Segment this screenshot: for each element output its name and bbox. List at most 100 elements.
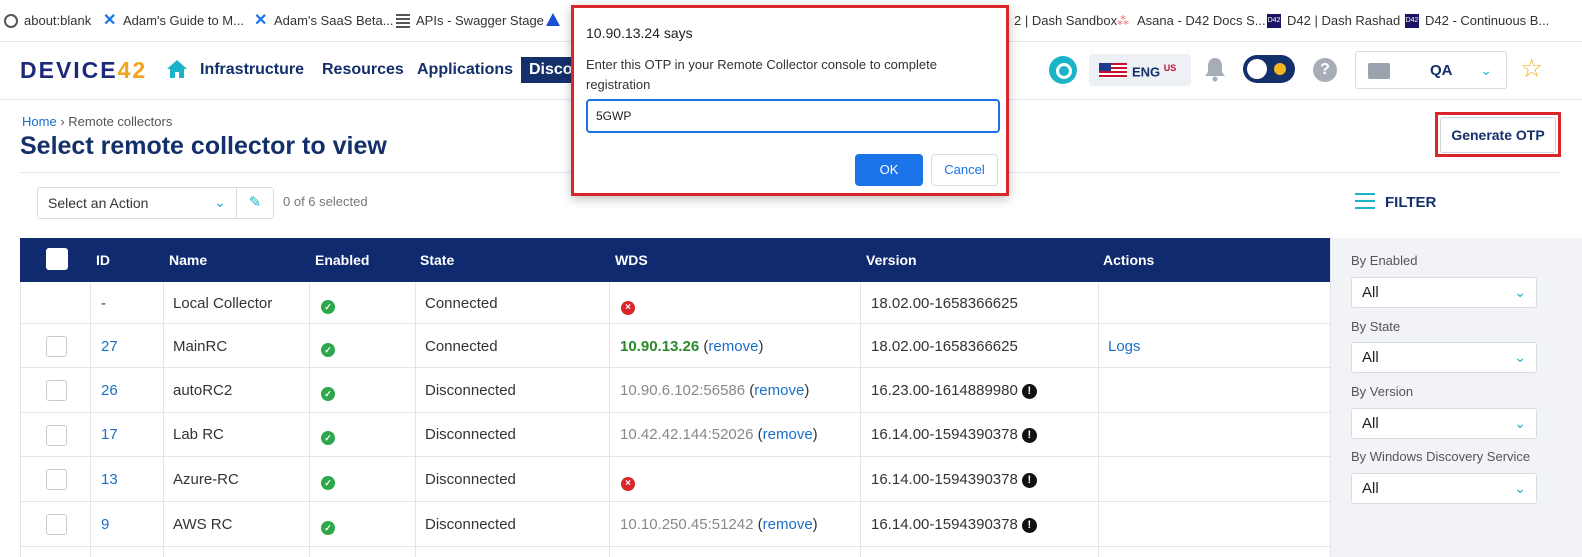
column-enabled[interactable]: Enabled	[315, 252, 369, 268]
row-name: Azure-RC	[173, 471, 239, 488]
bookmark-saas-beta[interactable]: ✕ Adam's SaaS Beta...	[254, 11, 394, 29]
action-select-label: Select an Action	[48, 195, 149, 211]
table-row[interactable]: - Local Collector ✓ Connected × 18.02.00…	[21, 282, 1331, 324]
nav-applications[interactable]: Applications	[417, 61, 513, 79]
otp-input[interactable]	[586, 99, 1000, 133]
table-row[interactable]: 27 MainRC ✓ Connected 10.90.13.26 (remov…	[21, 324, 1331, 368]
row-version: 16.23.00-1614889980!	[871, 382, 1037, 399]
row-checkbox[interactable]	[46, 514, 67, 535]
column-wds[interactable]: WDS	[615, 252, 648, 268]
row-state: Disconnected	[425, 426, 516, 443]
row-name: autoRC2	[173, 382, 233, 399]
generate-otp-button[interactable]: Generate OTP	[1440, 117, 1556, 153]
bookmark-about-blank[interactable]: about:blank	[4, 13, 91, 28]
cancel-button[interactable]: Cancel	[931, 154, 998, 186]
row-version: 16.14.00-1594390378!	[871, 426, 1037, 443]
row-id-link[interactable]: 26	[101, 382, 118, 399]
row-id-link[interactable]: 27	[101, 338, 118, 355]
bookmark-continuous[interactable]: D42 D42 - Continuous B...	[1405, 13, 1549, 28]
row-checkbox[interactable]	[46, 336, 67, 357]
nav-infrastructure[interactable]: Infrastructure	[200, 61, 304, 79]
table-row[interactable]: 17 Lab RC ✓ Disconnected 10.42.42.144:52…	[21, 413, 1331, 457]
bookmark-dash-sandbox[interactable]: 2 | Dash Sandbox	[1014, 13, 1117, 28]
filter-state-select[interactable]: All ⌄	[1351, 342, 1537, 373]
filter-label-wds: By Windows Discovery Service	[1351, 449, 1531, 464]
nav-resources[interactable]: Resources	[322, 61, 404, 79]
row-id-link[interactable]: 17	[101, 426, 118, 443]
remove-link[interactable]: remove	[763, 426, 813, 443]
filter-value: All	[1362, 415, 1379, 432]
language-selector[interactable]: ENG US	[1089, 54, 1191, 86]
table-header: ID Name Enabled State WDS Version Action…	[20, 238, 1330, 282]
bookmark-guide[interactable]: ✕ Adam's Guide to M...	[103, 12, 244, 28]
row-name: Lab RC	[173, 426, 224, 443]
ok-button[interactable]: OK	[855, 154, 923, 186]
row-name: MainRC	[173, 338, 228, 355]
filter-version-select[interactable]: All ⌄	[1351, 408, 1537, 439]
filter-value: All	[1362, 284, 1379, 301]
pin-action-button[interactable]: ✎	[237, 187, 274, 219]
chevron-down-icon: ⌄	[1514, 480, 1526, 496]
column-name[interactable]: Name	[169, 252, 207, 268]
column-id[interactable]: ID	[96, 252, 110, 268]
document-icon	[396, 13, 410, 28]
star-icon[interactable]: ☆	[1520, 54, 1543, 82]
help-icon[interactable]: ?	[1313, 58, 1337, 82]
row-checkbox[interactable]	[46, 380, 67, 401]
confluence-icon: ✕	[254, 11, 268, 29]
asana-icon: ⁂	[1117, 13, 1129, 28]
row-version: 16.14.00-1594390378!	[871, 471, 1037, 488]
filter-sliders-icon	[1355, 193, 1375, 211]
column-version[interactable]: Version	[866, 252, 917, 268]
bookmark-asana[interactable]: ⁂ Asana - D42 Docs S...	[1117, 13, 1266, 28]
bookmark-dash-rashad[interactable]: D42 D42 | Dash Rashad	[1267, 13, 1400, 28]
table-row[interactable]: 9 AWS RC ✓ Disconnected 10.10.250.45:512…	[21, 502, 1331, 547]
atlassian-icon	[546, 13, 560, 26]
row-name: AWS RC	[173, 516, 233, 533]
filter-button[interactable]: FILTER	[1355, 193, 1436, 211]
device42-logo[interactable]: DEVICE42	[20, 57, 147, 84]
enabled-check-icon: ✓	[321, 297, 335, 314]
search-icon[interactable]	[1049, 56, 1077, 84]
home-icon[interactable]	[166, 58, 188, 80]
row-id-link[interactable]: 9	[101, 516, 109, 533]
remove-link[interactable]: remove	[708, 338, 758, 355]
remove-link[interactable]: remove	[763, 516, 813, 533]
chevron-down-icon: ⌄	[1514, 349, 1526, 365]
row-id-link[interactable]: 13	[101, 471, 118, 488]
chevron-down-icon: ⌄	[1514, 284, 1526, 300]
workspace-label: QA	[1430, 62, 1453, 79]
chevron-down-icon: ⌄	[1480, 62, 1492, 78]
dialog-title: 10.90.13.24 says	[586, 25, 693, 41]
d42-icon: D42	[1267, 13, 1281, 28]
remove-link[interactable]: remove	[754, 382, 804, 399]
table-row[interactable]: 13 Azure-RC ✓ Disconnected × 16.14.00-15…	[21, 457, 1331, 502]
page-title: Select remote collector to view	[20, 132, 387, 160]
action-select[interactable]: Select an Action ⌄	[37, 187, 237, 219]
bookmark-swagger[interactable]: APIs - Swagger Stage	[396, 13, 544, 28]
row-checkbox[interactable]	[46, 469, 67, 490]
otp-prompt-dialog: 10.90.13.24 says Enter this OTP in your …	[571, 5, 1009, 196]
warning-icon: !	[1021, 428, 1037, 443]
column-state[interactable]: State	[420, 252, 454, 268]
warning-icon: !	[1021, 473, 1037, 488]
language-region: US	[1163, 63, 1177, 73]
breadcrumb-home[interactable]: Home	[22, 114, 57, 129]
workspace-selector[interactable]: QA ⌄	[1355, 51, 1507, 89]
row-checkbox[interactable]	[46, 425, 67, 446]
toggle-knob	[1247, 59, 1267, 79]
filter-wds-select[interactable]: All ⌄	[1351, 473, 1537, 504]
logs-link[interactable]: Logs	[1108, 338, 1141, 355]
bookmark-atlassian[interactable]	[546, 13, 560, 26]
filter-label: FILTER	[1385, 193, 1437, 211]
selected-count: 0 of 6 selected	[283, 194, 368, 209]
bell-icon[interactable]	[1204, 56, 1226, 82]
chevron-down-icon: ⌄	[1514, 415, 1526, 431]
table-row[interactable]: 26 autoRC2 ✓ Disconnected 10.90.6.102:56…	[21, 368, 1331, 413]
globe-icon	[4, 13, 18, 28]
select-all-checkbox[interactable]	[46, 248, 68, 270]
chevron-down-icon: ⌄	[214, 194, 226, 210]
briefcase-icon	[1368, 63, 1390, 79]
filter-enabled-select[interactable]: All ⌄	[1351, 277, 1537, 308]
theme-toggle[interactable]	[1243, 55, 1295, 83]
